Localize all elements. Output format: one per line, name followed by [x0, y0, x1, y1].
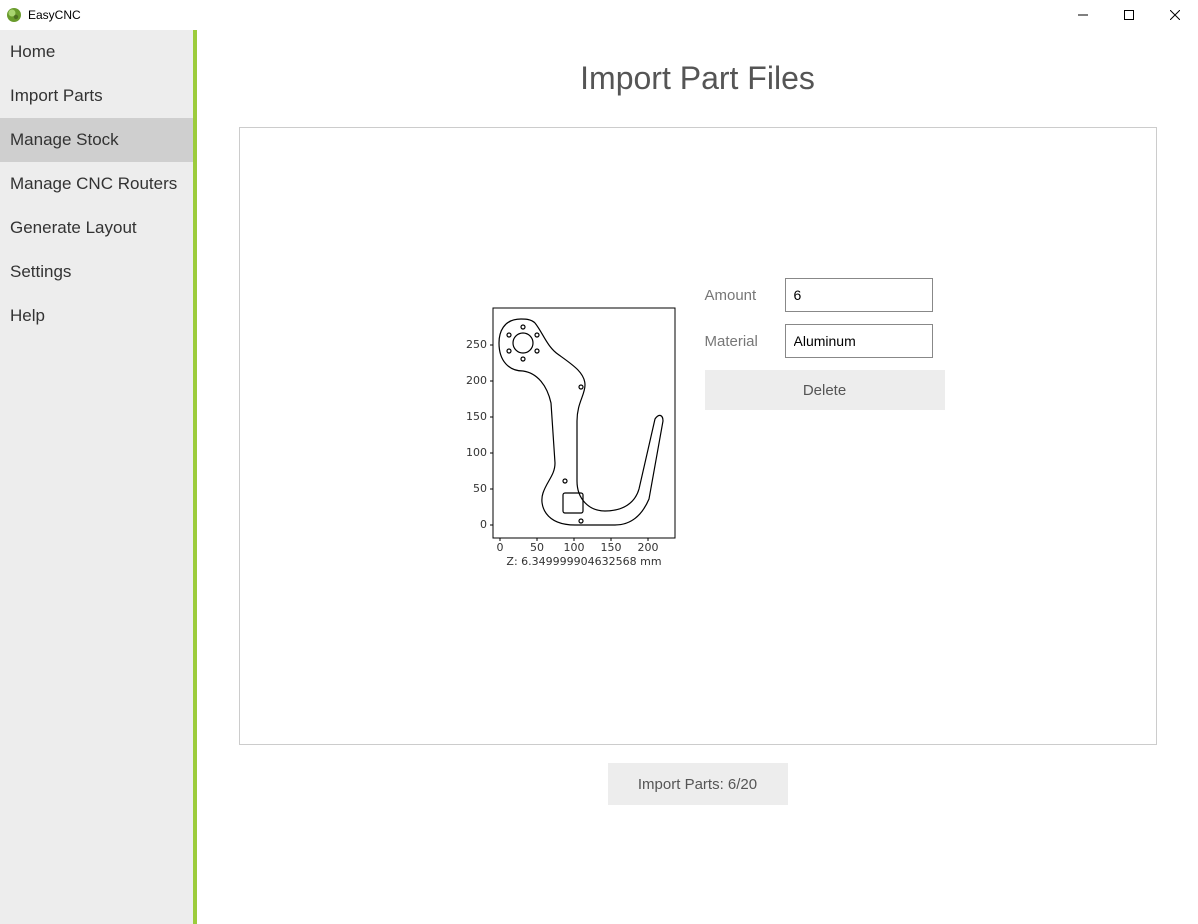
sidebar: Home Import Parts Manage Stock Manage CN…	[0, 30, 197, 924]
y-tick-50: 50	[473, 482, 487, 495]
x-tick-0: 0	[496, 541, 503, 554]
app-icon	[6, 7, 22, 23]
titlebar: EasyCNC	[0, 0, 1198, 30]
z-label: Z: 6.349999904632568 mm	[506, 555, 661, 568]
amount-input[interactable]	[785, 278, 933, 312]
import-parts-button[interactable]: Import Parts: 6/20	[608, 763, 788, 805]
part-form: Amount Material Delete	[705, 278, 945, 410]
x-tick-200: 200	[637, 541, 658, 554]
delete-button[interactable]: Delete	[705, 370, 945, 410]
page-title: Import Part Files	[580, 60, 815, 97]
main-content: Import Part Files 0 50 100 150 200 250	[197, 30, 1198, 924]
sidebar-item-generate-layout[interactable]: Generate Layout	[0, 206, 193, 250]
sidebar-item-manage-cnc-routers[interactable]: Manage CNC Routers	[0, 162, 193, 206]
y-tick-0: 0	[480, 518, 487, 531]
content-frame: 0 50 100 150 200 250	[239, 127, 1157, 745]
sidebar-item-help[interactable]: Help	[0, 294, 193, 338]
material-input[interactable]	[785, 324, 933, 358]
sidebar-item-manage-stock[interactable]: Manage Stock	[0, 118, 193, 162]
minimize-button[interactable]	[1060, 0, 1106, 30]
sidebar-item-home[interactable]: Home	[0, 30, 193, 74]
x-tick-50: 50	[530, 541, 544, 554]
y-tick-200: 200	[466, 374, 487, 387]
x-tick-100: 100	[563, 541, 584, 554]
sidebar-item-import-parts[interactable]: Import Parts	[0, 74, 193, 118]
close-button[interactable]	[1152, 0, 1198, 30]
amount-label: Amount	[705, 287, 785, 304]
y-tick-250: 250	[466, 338, 487, 351]
sidebar-item-settings[interactable]: Settings	[0, 250, 193, 294]
window-title: EasyCNC	[28, 8, 81, 22]
y-tick-150: 150	[466, 410, 487, 423]
x-tick-150: 150	[600, 541, 621, 554]
material-label: Material	[705, 333, 785, 350]
maximize-button[interactable]	[1106, 0, 1152, 30]
part-preview: 0 50 100 150 200 250	[455, 303, 685, 573]
y-tick-100: 100	[466, 446, 487, 459]
